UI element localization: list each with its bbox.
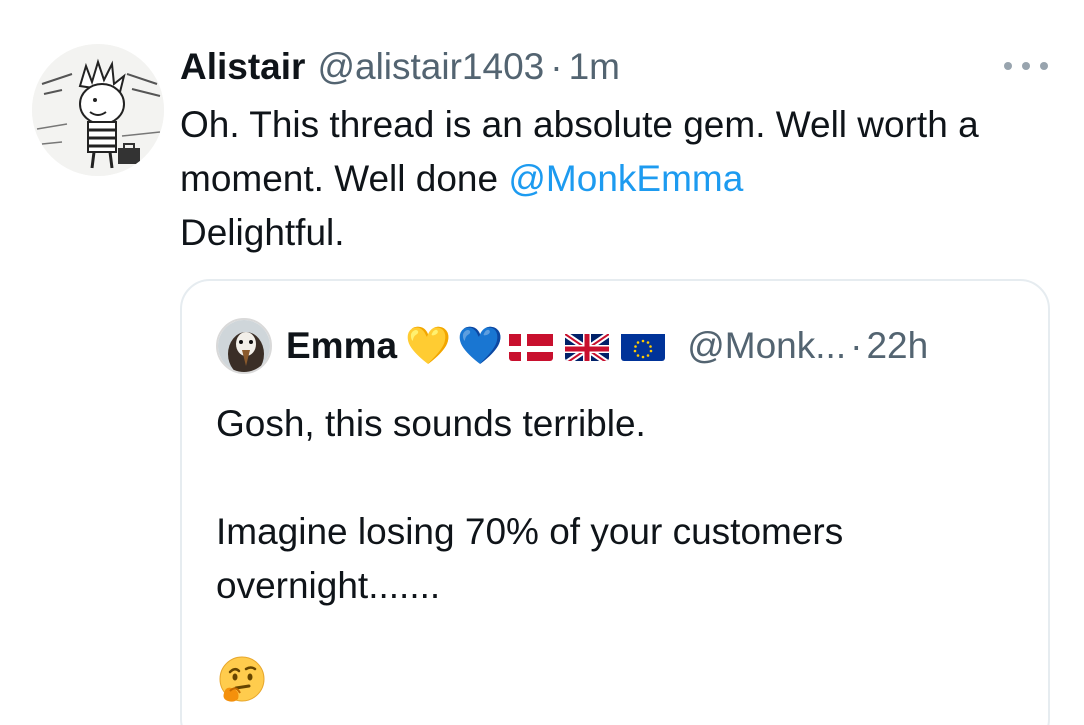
author-handle[interactable]: @alistair1403 <box>317 44 544 90</box>
dot-3 <box>1040 62 1048 70</box>
quoted-author-handle[interactable]: @Monk... <box>687 325 846 367</box>
avatar[interactable] <box>32 44 164 176</box>
separator-dot: · <box>550 46 563 87</box>
quoted-tweet-header: Emma 💛 💙 @Monk... · 22h <box>216 318 928 374</box>
tweet-header: Alistair @alistair1403 · 1m <box>180 44 620 90</box>
quoted-text-line-2: Imagine losing 70% of your customers ove… <box>216 511 844 606</box>
quoted-tweet-card[interactable]: Emma 💛 💙 @Monk... · 22h Gosh, this sound… <box>180 279 1050 725</box>
author-name[interactable]: Alistair <box>180 44 305 90</box>
quoted-author-name[interactable]: Emma <box>286 325 397 367</box>
dot-1 <box>1004 62 1012 70</box>
comic-boy-avatar-icon <box>32 44 164 176</box>
quoted-tweet-text: Gosh, this sounds terrible. Imagine losi… <box>216 397 1016 613</box>
yellow-heart-icon: 💛 <box>405 324 452 366</box>
denmark-flag-icon <box>509 331 554 361</box>
quoted-text-line-1: Gosh, this sounds terrible. <box>216 403 646 444</box>
more-options-icon[interactable] <box>1004 54 1048 78</box>
quoted-avatar[interactable] <box>216 318 272 374</box>
mention-link[interactable]: @MonkEmma <box>508 158 743 199</box>
eu-flag-icon <box>621 331 666 361</box>
line-spacer <box>216 451 1016 505</box>
dot-2 <box>1022 62 1030 70</box>
thinking-face-icon <box>216 655 268 707</box>
blue-heart-icon: 💙 <box>457 324 504 366</box>
quoted-separator-dot: · <box>850 325 863 366</box>
tweet-text-part2: Delightful. <box>180 212 345 253</box>
tweet-timestamp[interactable]: 1m <box>569 44 620 90</box>
bird-avatar-icon <box>218 320 270 372</box>
quoted-timestamp[interactable]: 22h <box>866 325 928 367</box>
uk-flag-icon <box>565 331 610 361</box>
tweet-text: Oh. This thread is an absolute gem. Well… <box>180 98 1060 260</box>
